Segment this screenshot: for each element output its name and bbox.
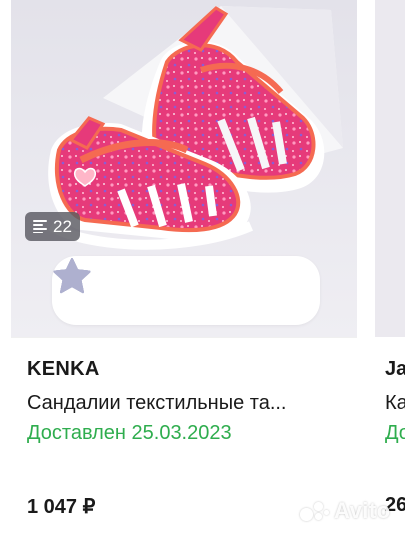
product-title[interactable]: Сандалии текстильные та... [27,392,347,415]
delivery-status: Доставлен 25.03.2023 [27,422,232,444]
photo-count-value: 22 [53,216,72,236]
avito-watermark-text: Avito [334,498,391,523]
divider [11,337,357,338]
photo-count-badge: 22 [25,212,80,241]
avito-logo-icon [300,500,330,522]
star-icon[interactable] [52,256,92,296]
next-product-card[interactable]: Ja Ка До 26 [372,0,405,540]
rating-stars[interactable] [52,256,320,325]
avito-watermark: Avito [300,498,391,524]
product-price: 1 047 ₽ [27,496,96,518]
list-icon [33,220,47,233]
next-product-photo[interactable] [375,0,405,337]
product-brand[interactable]: KENKA [27,358,100,381]
next-delivery-status: До [385,422,405,444]
next-product-brand[interactable]: Ja [385,358,405,381]
next-product-title[interactable]: Ка [385,392,405,415]
product-card[interactable]: 22 KENKA Сандалии текстильные та... Дост… [0,0,372,540]
product-photo[interactable]: 22 [11,0,357,337]
